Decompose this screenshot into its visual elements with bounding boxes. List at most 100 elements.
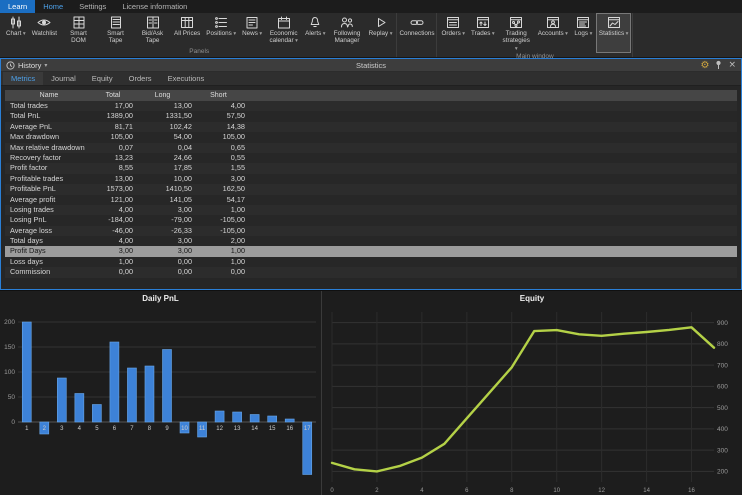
- chevron-down-icon: ▾: [232, 31, 236, 37]
- pin-icon[interactable]: [715, 60, 722, 70]
- ribbon-button-label: Smart Tape: [100, 30, 131, 44]
- tab-orders[interactable]: Orders: [121, 72, 160, 85]
- svg-text:800: 800: [717, 341, 728, 348]
- cell-name: Losing PnL: [5, 215, 93, 225]
- table-row[interactable]: Commission0,000,000,00: [5, 267, 737, 277]
- smart-dom-icon: [72, 15, 86, 30]
- cell-short: 105,00: [192, 132, 245, 142]
- menu-tab-home[interactable]: Home: [35, 0, 71, 13]
- cell-total: 13,23: [93, 153, 133, 163]
- close-icon[interactable]: ×: [728, 61, 736, 70]
- cell-short: 1,00: [192, 246, 245, 256]
- column-header-total[interactable]: Total: [93, 92, 133, 99]
- svg-text:0: 0: [11, 419, 15, 426]
- table-row[interactable]: Profit Days3,003,001,00: [5, 246, 737, 256]
- news-icon: [245, 15, 259, 30]
- settings-gear-icon[interactable]: ⚙: [700, 61, 709, 70]
- ribbon-button-chart[interactable]: Chart ▾: [3, 13, 29, 48]
- svg-text:300: 300: [717, 447, 728, 454]
- cell-short: 1,55: [192, 163, 245, 173]
- ribbon-button-statistics[interactable]: Statistics ▾: [596, 13, 632, 53]
- svg-text:17: 17: [304, 426, 311, 432]
- table-row[interactable]: Profitable PnL1573,001410,50162,50: [5, 184, 737, 194]
- ribbon-button-label: Smart DOM: [63, 30, 94, 44]
- menu-tab-license-information[interactable]: License information: [114, 0, 195, 13]
- calendar-icon: [277, 15, 291, 30]
- ribbon-button-economic-calendar[interactable]: Economic calendar ▾: [265, 13, 302, 48]
- tab-equity[interactable]: Equity: [84, 72, 121, 85]
- table-row[interactable]: Average profit121,00141,0554,17: [5, 195, 737, 205]
- svg-text:14: 14: [251, 426, 258, 432]
- ribbon-button-trades[interactable]: Trades ▾: [468, 13, 498, 53]
- orders-icon: [446, 15, 460, 30]
- ribbon-button-alerts[interactable]: Alerts ▾: [302, 13, 328, 48]
- table-row[interactable]: Profitable trades13,0010,003,00: [5, 174, 737, 184]
- table-row[interactable]: Profit factor8,5517,851,55: [5, 163, 737, 173]
- cell-total: 0,07: [93, 143, 133, 153]
- svg-text:6: 6: [465, 488, 469, 494]
- cell-total: 0,00: [93, 267, 133, 277]
- tab-metrics[interactable]: Metrics: [3, 72, 43, 85]
- menu-tab-learn[interactable]: Learn: [0, 0, 35, 13]
- table-row[interactable]: Recovery factor13,2324,660,55: [5, 153, 737, 163]
- ribbon-button-positions[interactable]: Positions ▾: [203, 13, 239, 48]
- table-row[interactable]: Losing trades4,003,001,00: [5, 205, 737, 215]
- table-row[interactable]: Average loss-46,00-26,33-105,00: [5, 226, 737, 236]
- ribbon-button-smart-tape[interactable]: Smart Tape: [97, 13, 134, 48]
- table-row[interactable]: Max drawdown105,0054,00105,00: [5, 132, 737, 142]
- cell-short: 2,00: [192, 236, 245, 246]
- panel-header-icons: ⚙ ×: [700, 60, 736, 70]
- table-row[interactable]: Loss days1,000,001,00: [5, 257, 737, 267]
- cell-total: 3,00: [93, 246, 133, 256]
- column-header-name[interactable]: Name: [5, 92, 93, 99]
- table-row[interactable]: Average PnL81,71102,4214,38: [5, 122, 737, 132]
- svg-text:3: 3: [60, 426, 64, 432]
- table-row[interactable]: Losing PnL-184,00-79,00-105,00: [5, 215, 737, 225]
- ribbon-button-smart-dom[interactable]: Smart DOM: [60, 13, 97, 48]
- cell-long: 3,00: [133, 236, 192, 246]
- svg-text:10: 10: [553, 488, 560, 494]
- cell-name: Profit factor: [5, 163, 93, 173]
- cell-total: 17,00: [93, 101, 133, 111]
- table-row[interactable]: Max relative drawdown0,070,040,65: [5, 143, 737, 153]
- chevron-down-icon: ▾: [388, 31, 392, 37]
- ribbon-button-logs[interactable]: Logs ▾: [571, 13, 596, 53]
- ribbon-button-trading-strategies[interactable]: Trading strategies ▾: [498, 13, 535, 53]
- column-header-long[interactable]: Long: [133, 92, 192, 99]
- tab-journal[interactable]: Journal: [43, 72, 84, 85]
- ribbon-button-label: Following Manager: [332, 30, 363, 44]
- cell-long: -79,00: [133, 215, 192, 225]
- svg-text:0: 0: [330, 488, 334, 494]
- chevron-down-icon: ▾: [294, 38, 298, 44]
- svg-text:100: 100: [4, 369, 15, 376]
- replay-icon: [374, 15, 388, 30]
- pnl-bar-16: [285, 419, 294, 422]
- ribbon-button-replay[interactable]: Replay ▾: [366, 13, 396, 48]
- ribbon-button-accounts[interactable]: Accounts ▾: [535, 13, 571, 53]
- cell-long: 54,00: [133, 132, 192, 142]
- cell-total: 13,00: [93, 174, 133, 184]
- menu-tab-settings[interactable]: Settings: [71, 0, 114, 13]
- tab-executions[interactable]: Executions: [160, 72, 213, 85]
- ribbon-button-watchlist[interactable]: Watchlist: [29, 13, 60, 48]
- ribbon-button-bid-ask-tape[interactable]: Bid/Ask Tape: [134, 13, 171, 48]
- svg-text:400: 400: [717, 426, 728, 433]
- column-header-short[interactable]: Short: [192, 92, 245, 99]
- cell-name: Total trades: [5, 101, 93, 111]
- pnl-bar-6: [110, 342, 119, 422]
- history-source-dropdown[interactable]: History ▾: [6, 61, 47, 70]
- table-row[interactable]: Total PnL1389,001331,5057,50: [5, 111, 737, 121]
- ribbon-button-connections[interactable]: Connections: [398, 13, 435, 48]
- svg-text:13: 13: [234, 426, 241, 432]
- ribbon-button-following-manager[interactable]: Following Manager: [329, 13, 366, 48]
- ribbon-button-label: Watchlist: [32, 30, 57, 37]
- equity-chart: 2003004005006007008009000246810121416: [322, 306, 740, 495]
- table-row[interactable]: Total trades17,0013,004,00: [5, 101, 737, 111]
- table-row[interactable]: Total days4,003,002,00: [5, 236, 737, 246]
- ribbon-button-all-prices[interactable]: All Prices: [171, 13, 203, 48]
- cell-short: -105,00: [192, 215, 245, 225]
- ribbon-button-orders[interactable]: Orders ▾: [438, 13, 468, 53]
- table-header: Name Total Long Short: [5, 90, 737, 101]
- panel-header: History ▾ Statistics ⚙ ×: [1, 59, 741, 72]
- ribbon-button-news[interactable]: News ▾: [239, 13, 265, 48]
